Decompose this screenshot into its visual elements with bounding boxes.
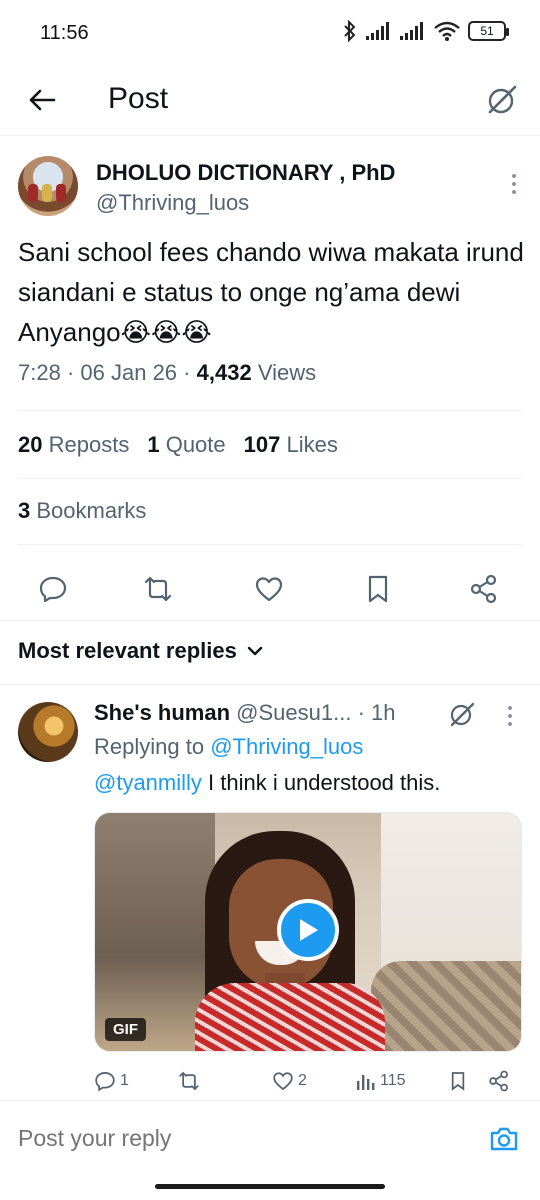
divider (18, 544, 522, 545)
status-bar: 11:56 51 (0, 0, 540, 64)
views-icon (357, 1075, 375, 1090)
replies-sort-dropdown[interactable]: Most relevant replies (18, 638, 263, 664)
author-handle[interactable]: @Thriving_luos (96, 190, 249, 216)
reply-views-count: 115 (380, 1072, 406, 1089)
grok-icon[interactable] (448, 700, 476, 728)
post-text: Sani school fees chando wiwa makata irun… (18, 237, 524, 347)
like-button[interactable] (254, 574, 284, 604)
repost-icon (179, 1071, 199, 1091)
reply-text: @tyanmilly I think i understood this. (94, 770, 441, 795)
replying-to-link[interactable]: @Thriving_luos (210, 734, 363, 759)
bookmark-icon (451, 1072, 465, 1091)
grok-icon (488, 85, 517, 114)
back-button[interactable] (22, 80, 62, 120)
reply-bookmark-button[interactable] (448, 1066, 468, 1096)
reply-icon (39, 576, 67, 603)
bookmark-icon (368, 575, 388, 603)
play-button[interactable] (277, 899, 339, 961)
battery-level: 51 (480, 24, 494, 38)
bookmark-button[interactable] (363, 574, 393, 604)
status-icons: 51 (342, 20, 509, 42)
author-avatar[interactable] (18, 156, 78, 216)
reply-like-count: 2 (298, 1072, 307, 1089)
share-icon (489, 1070, 508, 1092)
quotes-stat[interactable]: 1 Quote (147, 432, 225, 458)
post-time: 7:28 (18, 360, 61, 385)
reply-author-name[interactable]: She's human (94, 700, 230, 725)
post-actions (0, 560, 540, 620)
reply-more-options-button[interactable] (498, 704, 522, 728)
mention-link[interactable]: @tyanmilly (94, 770, 202, 795)
arrow-left-icon (29, 89, 56, 111)
top-bar: Post (0, 64, 540, 136)
page-title: Post (108, 82, 169, 115)
chevron-down-icon (247, 646, 263, 656)
camera-icon[interactable] (488, 1123, 520, 1155)
more-options-button[interactable] (502, 172, 526, 196)
author-name[interactable]: DHOLUO DICTIONARY , PhD (96, 160, 395, 186)
post-date: 06 Jan 26 (80, 360, 178, 385)
home-indicator[interactable] (155, 1184, 385, 1189)
reply-button[interactable] (38, 574, 68, 604)
replies-sort-label: Most relevant replies (18, 638, 237, 663)
reply-author-handle[interactable]: @Suesu1... (236, 700, 351, 725)
reply-icon (95, 1072, 115, 1092)
engagement-stats: 20 Reposts 1 Quote 107 Likes (18, 432, 338, 458)
section-divider (0, 620, 540, 621)
battery-icon: 51 (468, 21, 509, 41)
reply-views-button[interactable]: 115 (356, 1066, 406, 1096)
reply-avatar[interactable] (18, 702, 78, 762)
gif-media[interactable]: GIF (94, 812, 522, 1052)
post-meta: 7:28 · 06 Jan 26 · 4,432 Views (18, 360, 317, 385)
reply-input[interactable] (18, 1125, 438, 1152)
bluetooth-icon (344, 20, 356, 42)
share-icon (470, 574, 497, 604)
divider (18, 478, 522, 479)
signal-icon (366, 22, 389, 40)
share-button[interactable] (469, 574, 499, 604)
wifi-icon (434, 21, 460, 41)
reply-composer (0, 1100, 540, 1180)
post-views-label: Views (257, 360, 317, 385)
replying-to: Replying to @Thriving_luos (94, 734, 364, 759)
gif-badge: GIF (105, 1018, 146, 1041)
reply-time: · 1h (357, 700, 396, 725)
like-icon (273, 1072, 293, 1091)
reply-repost-button[interactable] (178, 1066, 200, 1096)
bookmarks-stat[interactable]: 3 Bookmarks (18, 498, 146, 524)
reply-reply-count: 1 (120, 1072, 129, 1089)
signal-icon (400, 22, 423, 40)
divider (18, 410, 522, 411)
repost-button[interactable] (143, 574, 173, 604)
reposts-stat[interactable]: 20 Reposts (18, 432, 129, 458)
grok-button[interactable] (482, 80, 522, 120)
likes-stat[interactable]: 107 Likes (244, 432, 338, 458)
section-divider (0, 684, 540, 685)
repost-icon (144, 576, 172, 602)
play-icon (300, 919, 318, 941)
reply-share-button[interactable] (488, 1066, 510, 1096)
status-time: 11:56 (40, 22, 89, 44)
reply-header: She's human @Suesu1... · 1h (94, 700, 396, 726)
reply-like-button[interactable]: 2 (272, 1066, 307, 1096)
post-author: DHOLUO DICTIONARY , PhD @Thriving_luos (18, 156, 522, 218)
reply-reply-button[interactable]: 1 (94, 1066, 129, 1096)
post-views-count: 4,432 (196, 360, 252, 385)
like-icon (255, 577, 283, 602)
reply-actions: 1 2 115 (0, 1066, 540, 1096)
